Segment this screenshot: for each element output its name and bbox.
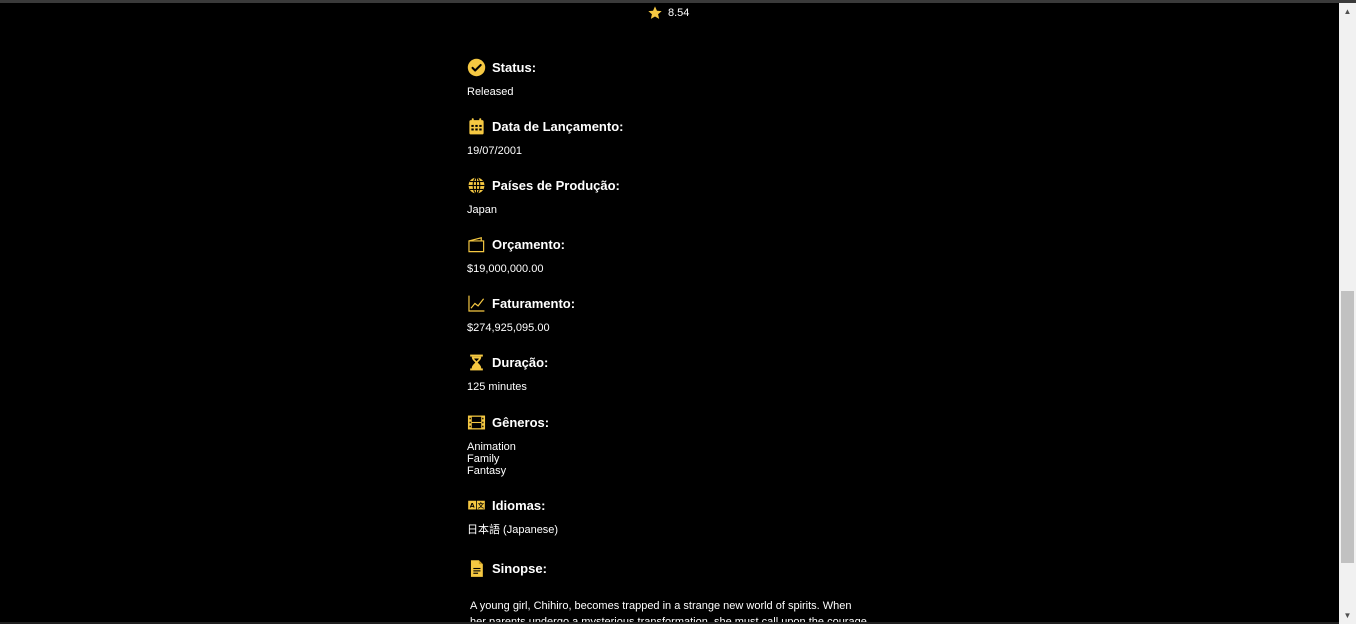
release-date-value: 19/07/2001 xyxy=(467,145,523,157)
hourglass-icon xyxy=(467,353,486,372)
genres-section: Gêneros: Animation Family Fantasy xyxy=(467,413,549,477)
runtime-section: Duração: 125 minutes xyxy=(467,353,548,393)
document-icon xyxy=(467,559,486,578)
synopsis-label: Sinopse: xyxy=(492,561,547,576)
release-date-section: Data de Lançamento: 19/07/2001 xyxy=(467,117,623,157)
star-icon xyxy=(648,6,662,19)
scrollbar-thumb[interactable] xyxy=(1341,291,1354,563)
status-value: Released xyxy=(467,86,514,98)
revenue-value: $274,925,095.00 xyxy=(467,322,550,334)
countries-value: Japan xyxy=(467,204,497,216)
scroll-up-arrow-icon[interactable]: ▲ xyxy=(1339,3,1356,20)
svg-text:文: 文 xyxy=(478,500,485,509)
status-label: Status: xyxy=(492,60,537,75)
runtime-label: Duração: xyxy=(492,355,549,370)
revenue-label: Faturamento: xyxy=(492,296,576,311)
movie-details-page: 8.54 Status: Released Data de Lançamento… xyxy=(0,3,1339,624)
rating-value: 8.54 xyxy=(668,7,690,19)
genres-label: Gêneros: xyxy=(492,415,550,430)
scroll-down-arrow-icon[interactable]: ▼ xyxy=(1339,607,1356,624)
chart-line-icon xyxy=(467,294,486,313)
svg-text:A: A xyxy=(470,502,475,509)
globe-icon xyxy=(467,176,486,195)
translate-icon: A文 xyxy=(467,496,486,515)
genre-item: Fantasy xyxy=(467,465,507,477)
languages-section: A文 Idiomas: 日本語 (Japanese) xyxy=(467,496,558,536)
genres-list: Animation Family Fantasy xyxy=(467,441,549,477)
genre-item: Family xyxy=(467,453,500,465)
check-circle-icon xyxy=(467,58,486,77)
countries-label: Países de Produção: xyxy=(492,178,620,193)
release-date-label: Data de Lançamento: xyxy=(492,119,624,134)
wallet-icon xyxy=(467,235,486,254)
genre-item: Animation xyxy=(467,441,516,453)
synopsis-section: Sinopse: xyxy=(467,559,547,578)
budget-label: Orçamento: xyxy=(492,237,565,252)
film-icon xyxy=(467,413,486,432)
synopsis-text: A young girl, Chihiro, becomes trapped i… xyxy=(470,600,867,624)
rating: 8.54 xyxy=(647,5,689,21)
budget-value: $19,000,000.00 xyxy=(467,263,544,275)
vertical-scrollbar[interactable]: ▲ ▼ xyxy=(1339,3,1356,624)
runtime-value: 125 minutes xyxy=(467,381,527,393)
languages-label: Idiomas: xyxy=(492,498,546,513)
revenue-section: Faturamento: $274,925,095.00 xyxy=(467,294,575,334)
calendar-icon xyxy=(467,117,486,136)
languages-value: 日本語 (Japanese) xyxy=(467,524,559,536)
status-section: Status: Released xyxy=(467,58,536,98)
budget-section: Orçamento: $19,000,000.00 xyxy=(467,235,565,275)
countries-section: Países de Produção: Japan xyxy=(467,176,620,216)
